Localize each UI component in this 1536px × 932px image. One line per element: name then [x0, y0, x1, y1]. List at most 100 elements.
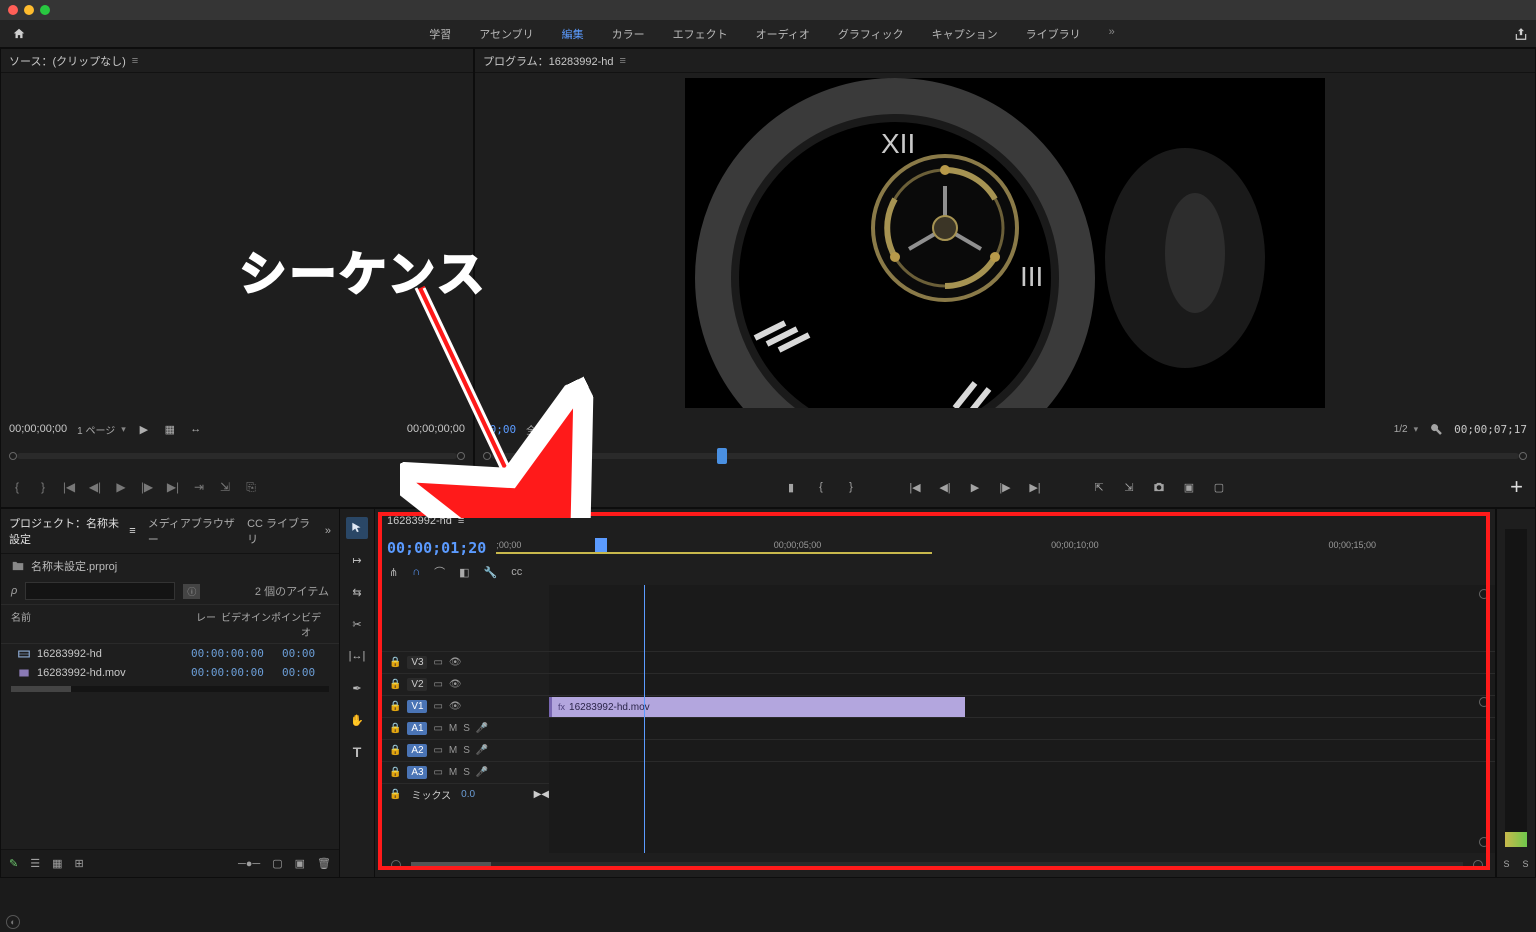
workspace-audio[interactable]: オーディオ: [756, 26, 810, 42]
markers-icon[interactable]: ◧: [459, 566, 469, 579]
settings-wrench-icon[interactable]: 🔧: [484, 566, 498, 579]
eye-icon[interactable]: 👁: [449, 679, 462, 690]
project-item[interactable]: 16283992-hd 00:00:00:00 00:00: [1, 644, 339, 663]
source-grid-icon[interactable]: ▦: [162, 421, 178, 437]
vscroll-bottom-icon[interactable]: [1479, 837, 1489, 847]
track-mix[interactable]: 🔒ミックス0.0▶◀: [379, 783, 549, 805]
source-play-icon[interactable]: ▶: [136, 421, 152, 437]
track-select-tool-icon[interactable]: ↦: [346, 549, 368, 571]
tab-media-browser[interactable]: メディアブラウザー: [148, 515, 235, 547]
lane-a3[interactable]: [549, 761, 1495, 783]
lane-v1[interactable]: fx 16283992-hd.mov: [549, 695, 1495, 717]
marker-icon[interactable]: ▮: [783, 479, 799, 495]
hscroll-thumb[interactable]: [11, 686, 71, 692]
panel-menu-icon[interactable]: ≡: [620, 55, 626, 67]
col-name[interactable]: 名前: [11, 609, 196, 639]
tab-project[interactable]: プロジェクト：名称未設定≡: [9, 515, 136, 547]
mute-m[interactable]: M: [449, 767, 457, 778]
tab-more[interactable]: »: [325, 515, 331, 547]
goto-out-icon[interactable]: ▶|: [165, 479, 181, 495]
workspace-more[interactable]: »: [1109, 26, 1115, 42]
play-icon[interactable]: ▶: [113, 479, 129, 495]
panel-menu-icon[interactable]: ≡: [458, 515, 464, 527]
new-item-icon[interactable]: ▣: [295, 857, 305, 870]
program-scrub-track[interactable]: [491, 453, 1519, 459]
solo-s[interactable]: S: [463, 723, 470, 734]
selection-tool-icon[interactable]: [346, 517, 368, 539]
overwrite-icon[interactable]: ⇲: [217, 479, 233, 495]
source-scrub-track[interactable]: [17, 453, 457, 459]
col-video-in[interactable]: ビデオインポイン: [221, 609, 301, 639]
panel-menu-icon[interactable]: ≡: [132, 55, 138, 67]
ripple-tool-icon[interactable]: ⇆: [346, 581, 368, 603]
lift-icon[interactable]: ⇱: [1091, 479, 1107, 495]
workspace-edit[interactable]: 編集: [562, 26, 584, 42]
add-button-icon[interactable]: +: [1510, 474, 1523, 500]
lane-a2[interactable]: [549, 739, 1495, 761]
goto-in-icon[interactable]: |◀: [61, 479, 77, 495]
toggle-output-icon[interactable]: ▭: [433, 657, 442, 668]
toggle-output-icon[interactable]: ▭: [433, 679, 442, 690]
solo-s[interactable]: S: [463, 745, 470, 756]
mute-m[interactable]: M: [449, 723, 457, 734]
new-bin-icon[interactable]: ▢: [272, 857, 282, 870]
mix-value[interactable]: 0.0: [461, 789, 475, 800]
extract-icon[interactable]: ⇲: [1121, 479, 1137, 495]
timeline-timecode[interactable]: 00;00;01;20: [387, 539, 486, 557]
window-maximize-icon[interactable]: [40, 5, 50, 15]
solo-s[interactable]: S: [463, 767, 470, 778]
eye-icon[interactable]: 👁: [449, 657, 462, 668]
meter-s-left[interactable]: S: [1503, 859, 1509, 869]
nest-icon[interactable]: ⋔: [389, 566, 398, 579]
add-button-icon[interactable]: +: [448, 474, 461, 500]
workspace-color[interactable]: カラー: [612, 26, 645, 42]
lock-icon[interactable]: 🔒: [389, 657, 401, 668]
mic-icon[interactable]: 🎤: [476, 767, 488, 778]
share-button[interactable]: [1514, 27, 1528, 41]
list-view-icon[interactable]: ☰: [30, 857, 40, 870]
col-framerate[interactable]: レー: [196, 609, 221, 639]
lock-icon[interactable]: 🔒: [389, 723, 401, 734]
zoom-scrollbar[interactable]: [411, 862, 1463, 868]
insert-icon[interactable]: ⇥: [191, 479, 207, 495]
bin-icon[interactable]: ⓘ: [183, 584, 200, 599]
lock-icon[interactable]: 🔒: [389, 701, 401, 712]
export-frame-icon[interactable]: ⎘: [243, 479, 259, 495]
program-ratio-dropdown[interactable]: 1/2: [1394, 424, 1418, 435]
lane-a1[interactable]: [549, 717, 1495, 739]
step-back-icon[interactable]: ◀|: [937, 479, 953, 495]
lane-v2[interactable]: [549, 673, 1495, 695]
mark-out-icon[interactable]: }: [35, 479, 51, 495]
timeline-playhead-icon[interactable]: [595, 538, 607, 552]
tracks-area[interactable]: fx 16283992-hd.mov: [549, 585, 1495, 853]
eye-icon[interactable]: 👁: [449, 701, 462, 712]
step-back-icon[interactable]: ◀|: [87, 479, 103, 495]
type-tool-icon[interactable]: T: [346, 741, 368, 763]
slip-tool-icon[interactable]: |↔|: [346, 645, 368, 667]
mic-icon[interactable]: 🎤: [476, 723, 488, 734]
source-scrub-row[interactable]: [1, 445, 473, 467]
mark-in-icon[interactable]: {: [9, 479, 25, 495]
export-frame-icon[interactable]: [1151, 479, 1167, 495]
step-fwd-icon[interactable]: |▶: [997, 479, 1013, 495]
lock-icon[interactable]: 🔒: [389, 767, 401, 778]
project-hscroll[interactable]: [1, 682, 339, 696]
timeline-ruler[interactable]: ;00;00 00;00;05;00 00;00;10;00 00;00;15;…: [496, 540, 1487, 556]
mute-m[interactable]: M: [449, 745, 457, 756]
expand-icon[interactable]: ▶◀: [534, 789, 549, 800]
source-bracket-icon[interactable]: ↔: [188, 421, 204, 437]
toggle-output-icon[interactable]: ▭: [433, 701, 442, 712]
source-page-dropdown[interactable]: 1 ページ: [77, 422, 126, 437]
lock-icon[interactable]: 🔒: [389, 745, 401, 756]
project-search-input[interactable]: [25, 582, 175, 600]
pencil-icon[interactable]: ✎: [9, 857, 18, 870]
program-scrub-row[interactable]: [475, 445, 1535, 467]
toggle-output-icon[interactable]: ▭: [433, 723, 442, 734]
goto-in-icon[interactable]: |◀: [907, 479, 923, 495]
icon-view-icon[interactable]: ▦: [52, 857, 62, 870]
zoom-out-icon[interactable]: [391, 860, 401, 870]
trash-icon[interactable]: 🗑: [317, 857, 331, 870]
hand-tool-icon[interactable]: ✋: [346, 709, 368, 731]
play-icon[interactable]: ▶: [967, 479, 983, 495]
compare-icon[interactable]: ▣: [1181, 479, 1197, 495]
